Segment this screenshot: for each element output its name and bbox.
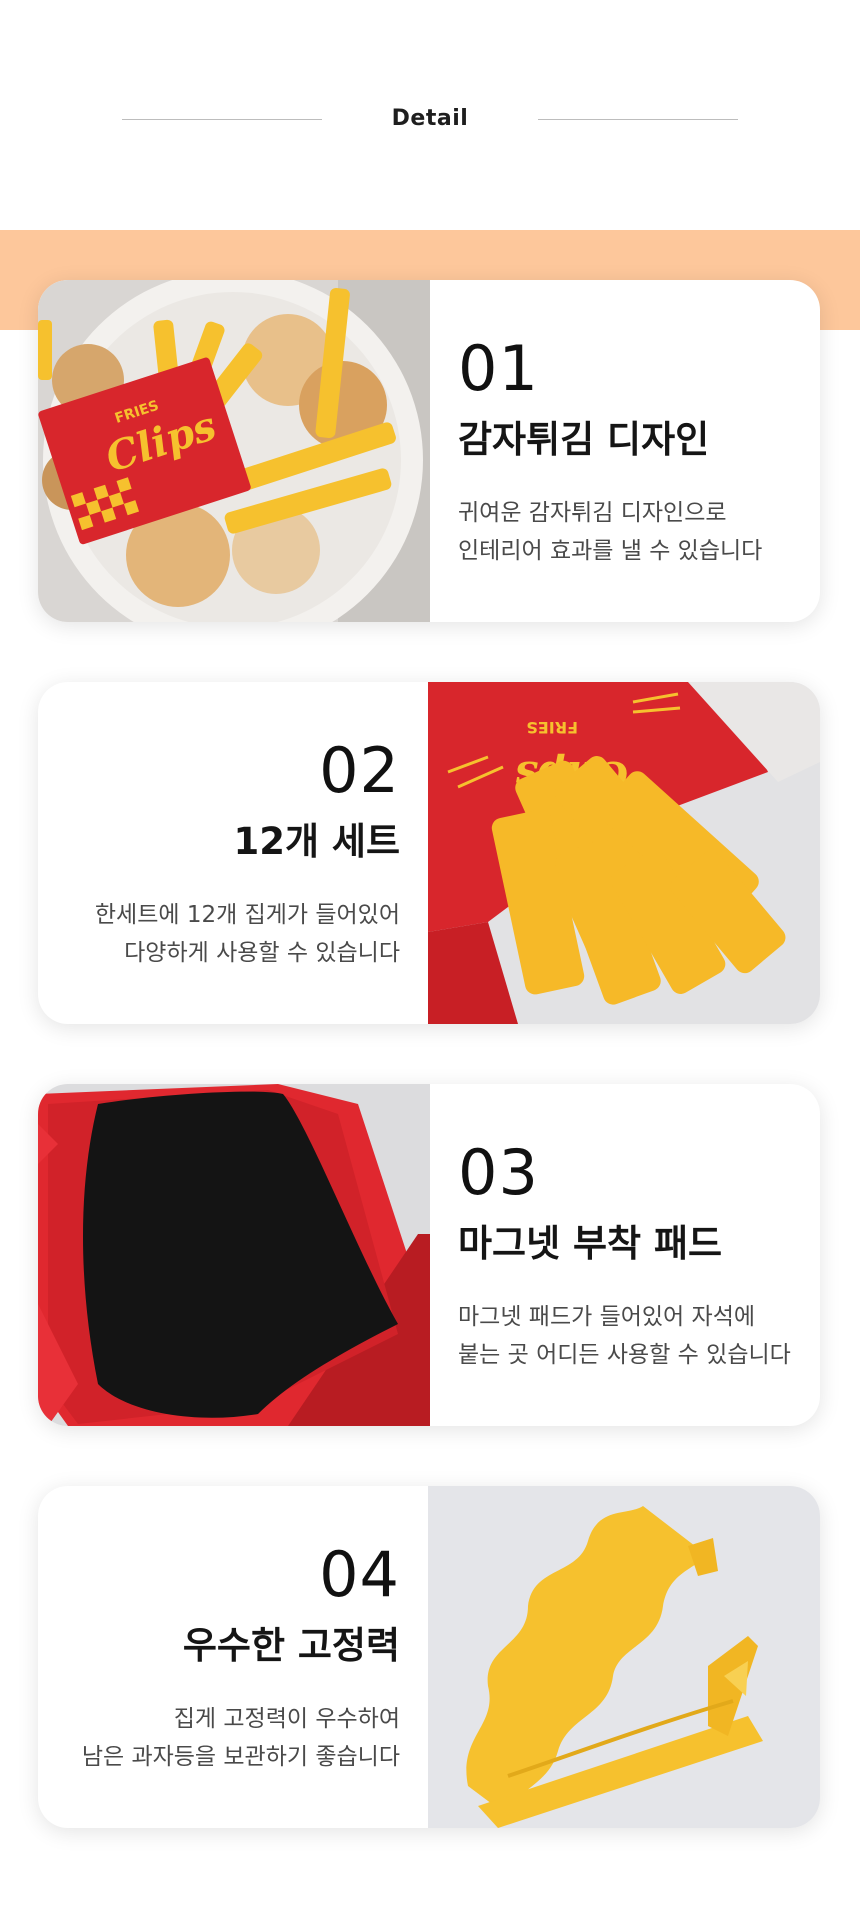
header-divider-left	[122, 119, 322, 120]
feature-number: 01	[458, 332, 539, 405]
feature-description: 한세트에 12개 집게가 들어있어 다양하게 사용할 수 있습니다	[95, 896, 400, 972]
feature-card-1: FRIES Clips 01 감자튀김 디자인 귀여운 감자튀김 디자인으로 인…	[38, 280, 820, 622]
clip-hinge-closeup-photo	[428, 1486, 820, 1828]
feature-title: 우수한 고정력	[182, 1624, 400, 1667]
feature-number: 03	[458, 1136, 539, 1209]
header-divider-right	[538, 119, 738, 120]
feature-description-line: 귀여운 감자튀김 디자인으로	[458, 500, 727, 526]
feature-title: 12개 세트	[233, 820, 401, 863]
feature-title: 마그넷 부착 패드	[458, 1222, 723, 1265]
feature-card-2: 02 12개 세트 한세트에 12개 집게가 들어있어 다양하게 사용할 수 있…	[38, 682, 820, 1024]
magnet-pad-back-photo	[38, 1084, 430, 1426]
feature-description: 집게 고정력이 우수하여 남은 과자등을 보관하기 좋습니다	[82, 1700, 400, 1776]
detail-header: Detail	[0, 0, 860, 230]
feature-description-line: 붙는 곳 어디든 사용할 수 있습니다	[458, 1342, 791, 1368]
feature-description-line: 인테리어 효과를 낼 수 있습니다	[458, 538, 763, 564]
feature-text-1: 01 감자튀김 디자인 귀여운 감자튀김 디자인으로 인테리어 효과를 낼 수 …	[430, 280, 820, 622]
feature-description-line: 남은 과자등을 보관하기 좋습니다	[81, 1744, 400, 1770]
section-title: Detail	[391, 106, 469, 131]
feature-card-3: 03 마그넷 부착 패드 마그넷 패드가 들어있어 자석에 붙는 곳 어디든 사…	[38, 1084, 820, 1426]
fries-clips-on-plate-photo: FRIES Clips	[38, 280, 430, 622]
feature-text-3: 03 마그넷 부착 패드 마그넷 패드가 들어있어 자석에 붙는 곳 어디든 사…	[430, 1084, 820, 1426]
fries-box-closeup-photo: Clips FRIES	[428, 682, 820, 1024]
feature-description-line: 다양하게 사용할 수 있습니다	[124, 940, 400, 966]
feature-description-line: 마그넷 패드가 들어있어 자석에	[458, 1304, 756, 1330]
feature-number: 02	[319, 734, 400, 807]
feature-text-4: 04 우수한 고정력 집게 고정력이 우수하여 남은 과자등을 보관하기 좋습니…	[38, 1486, 428, 1828]
feature-description-line: 한세트에 12개 집게가 들어있어	[94, 902, 400, 928]
feature-title: 감자튀김 디자인	[458, 418, 710, 461]
feature-number: 04	[319, 1538, 400, 1611]
feature-description-line: 집게 고정력이 우수하여	[173, 1706, 400, 1732]
feature-text-2: 02 12개 세트 한세트에 12개 집게가 들어있어 다양하게 사용할 수 있…	[38, 682, 428, 1024]
box-label-text: FRIES	[526, 718, 578, 737]
feature-description: 마그넷 패드가 들어있어 자석에 붙는 곳 어디든 사용할 수 있습니다	[458, 1298, 791, 1374]
feature-card-4: 04 우수한 고정력 집게 고정력이 우수하여 남은 과자등을 보관하기 좋습니…	[38, 1486, 820, 1828]
feature-description: 귀여운 감자튀김 디자인으로 인테리어 효과를 낼 수 있습니다	[458, 494, 762, 570]
